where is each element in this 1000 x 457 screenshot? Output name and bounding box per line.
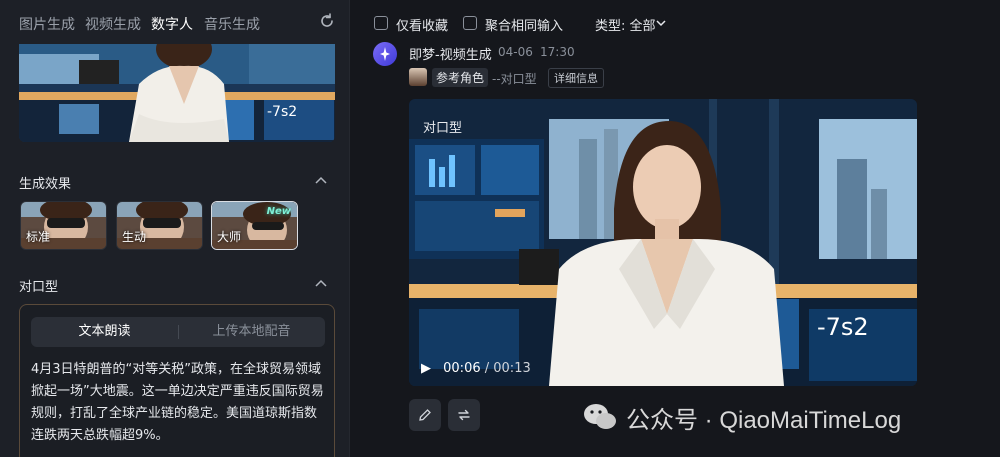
playback-controls: ▶ 00:06 / 00:13 xyxy=(421,361,531,376)
refresh-icon[interactable] xyxy=(318,12,336,30)
lipsync-section-title: 对口型 xyxy=(19,280,59,295)
svg-text:-7s2: -7s2 xyxy=(817,313,869,341)
new-badge: New xyxy=(266,206,291,217)
left-panel: 图片生成 视频生成 数字人 音乐生成 -7s2 生成效果 标准 生动 New 大… xyxy=(0,0,350,457)
edit-button[interactable] xyxy=(409,399,441,431)
favorites-only-checkbox[interactable] xyxy=(374,16,388,30)
reference-preview-image: -7s2 xyxy=(19,44,335,142)
tab-video-generation[interactable]: 视频生成 xyxy=(85,14,141,34)
effect-option-standard[interactable]: 标准 xyxy=(20,201,107,250)
tab-digital-human[interactable]: 数字人 xyxy=(151,14,193,34)
play-icon[interactable]: ▶ xyxy=(421,361,431,376)
effect-label: 生动 xyxy=(122,230,147,244)
favorites-only-label[interactable]: 仅看收藏 xyxy=(396,15,448,34)
effect-label: 标准 xyxy=(26,230,51,244)
lipsync-source-toggle: 文本朗读 上传本地配音 xyxy=(31,317,325,347)
tab-text-read[interactable]: 文本朗读 xyxy=(31,317,178,347)
wechat-icon xyxy=(584,404,616,429)
collapse-chevron-icon[interactable] xyxy=(315,176,327,184)
chevron-down-icon[interactable] xyxy=(656,19,666,27)
pencil-icon xyxy=(419,409,431,421)
current-time: 00:06 xyxy=(443,361,481,376)
details-button[interactable]: 详细信息 xyxy=(548,68,604,88)
regenerate-button[interactable] xyxy=(448,399,480,431)
lipsync-input-box: 文本朗读 上传本地配音 4月3日特朗普的“对等关税”政策，在全球贸易领域掀起一场… xyxy=(19,304,335,457)
tab-upload-audio[interactable]: 上传本地配音 xyxy=(178,317,325,347)
type-filter-dropdown[interactable]: 类型: 全部 xyxy=(595,15,656,34)
duration: 00:13 xyxy=(493,361,531,376)
reference-thumbnail xyxy=(409,68,427,86)
video-player[interactable]: -7s2 对口型 ▶ 00:06 / 00:13 xyxy=(409,99,917,386)
generation-time: 17:30 xyxy=(540,45,575,59)
svg-text:-7s2: -7s2 xyxy=(267,104,297,120)
app-avatar xyxy=(373,42,397,66)
sparkle-icon xyxy=(380,47,390,61)
effect-option-master[interactable]: New 大师 xyxy=(211,201,298,250)
merge-input-checkbox[interactable] xyxy=(463,16,477,30)
effect-section-title: 生成效果 xyxy=(19,177,72,192)
generation-date: 04-06 xyxy=(498,45,533,59)
mode-tabs: 图片生成 视频生成 数字人 音乐生成 xyxy=(0,0,350,44)
tab-music-generation[interactable]: 音乐生成 xyxy=(204,14,260,34)
script-textarea[interactable]: 4月3日特朗普的“对等关税”政策，在全球贸易领域掀起一场”大地震。这一单边决定严… xyxy=(31,359,327,447)
merge-input-label[interactable]: 聚合相同输入 xyxy=(485,15,563,34)
tab-image-generation[interactable]: 图片生成 xyxy=(19,14,75,34)
video-frame: -7s2 xyxy=(409,99,917,386)
reference-type: --对口型 xyxy=(492,72,537,86)
repeat-icon xyxy=(458,409,470,421)
generation-title: 即梦-视频生成 xyxy=(409,48,492,63)
watermark-text: 公众号 · QiaoMaiTimeLog xyxy=(626,407,902,434)
effect-label: 大师 xyxy=(217,230,242,244)
effect-option-vivid[interactable]: 生动 xyxy=(116,201,203,250)
collapse-chevron-icon[interactable] xyxy=(315,279,327,287)
reference-role-label: 参考角色 xyxy=(432,68,489,87)
video-tag-label: 对口型 xyxy=(423,121,463,136)
